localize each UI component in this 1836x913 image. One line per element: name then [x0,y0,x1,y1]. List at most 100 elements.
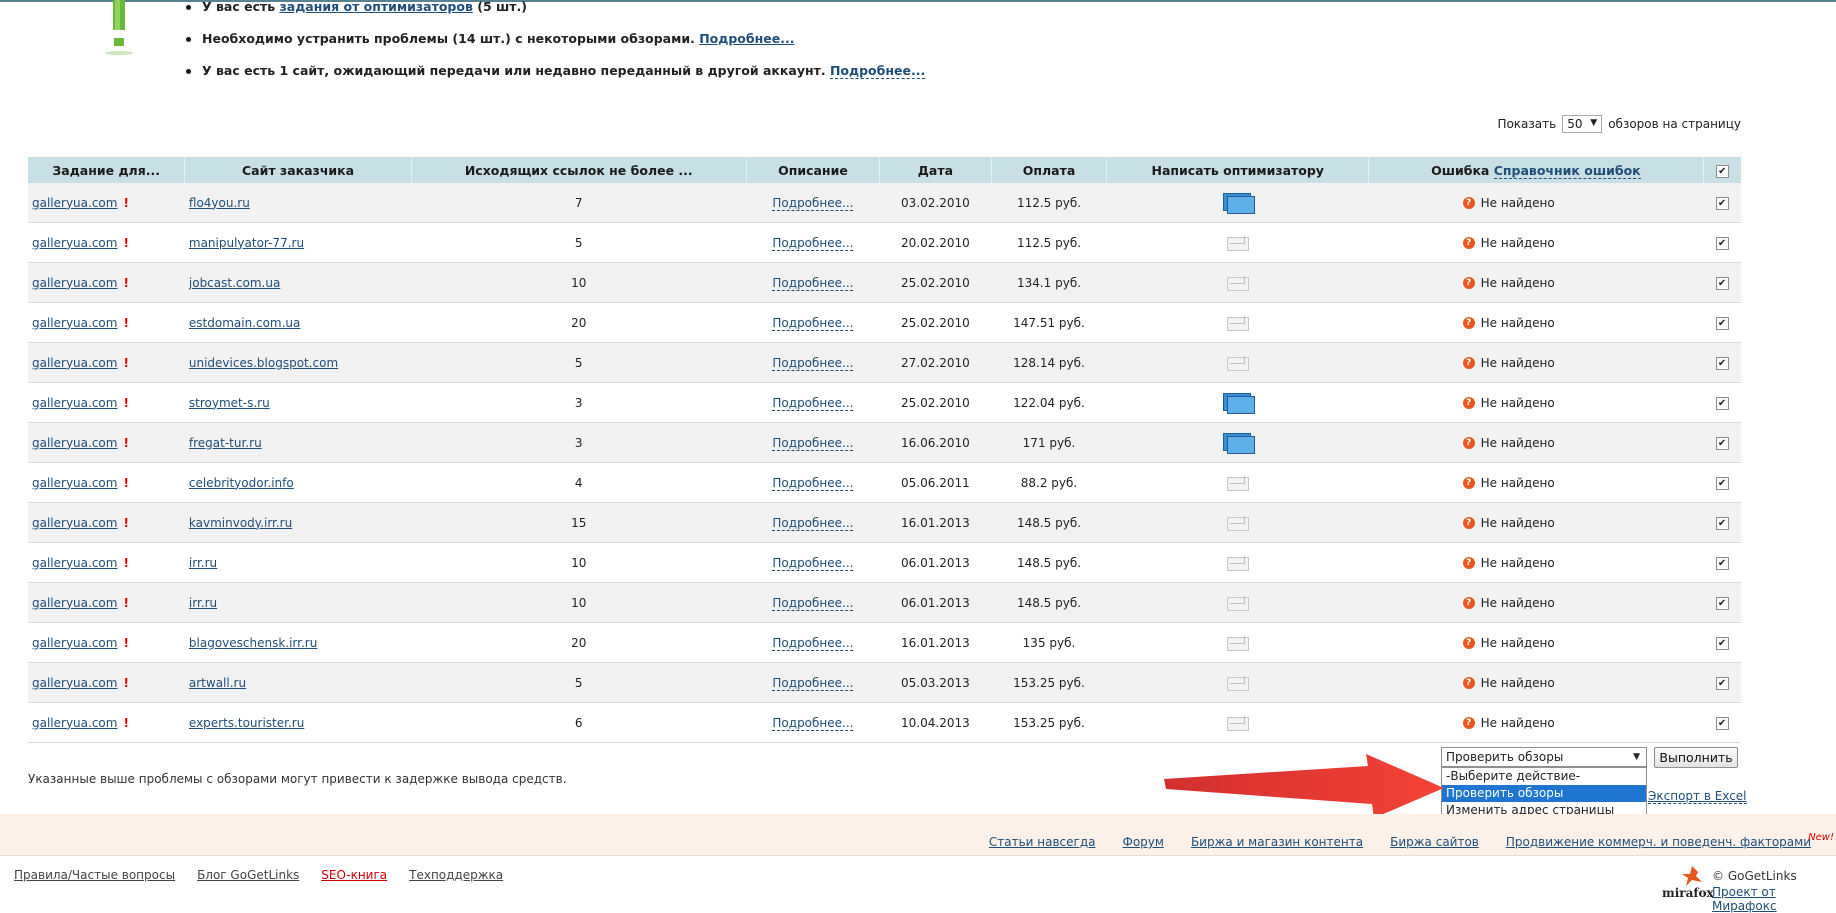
customer-site-link[interactable]: flo4you.ru [189,196,250,210]
question-icon[interactable]: ? [1462,677,1475,689]
envelope-icon[interactable] [1225,354,1251,372]
description-link[interactable]: Подробнее... [772,595,854,611]
task-link[interactable]: galleryua.com [32,516,117,530]
task-link[interactable]: galleryua.com [32,316,117,330]
row-checkbox[interactable]: ✔ [1715,436,1729,450]
question-icon[interactable]: ? [1462,477,1475,489]
description-link[interactable]: Подробнее... [772,555,854,571]
task-link[interactable]: galleryua.com [32,276,117,290]
description-link[interactable]: Подробнее... [772,475,854,491]
export-excel-link[interactable]: Экспорт в Excel [1648,789,1747,804]
description-link[interactable]: Подробнее... [772,635,854,651]
envelope-icon[interactable] [1225,634,1251,652]
question-icon[interactable]: ? [1462,717,1475,729]
row-checkbox[interactable]: ✔ [1715,636,1729,650]
row-checkbox[interactable]: ✔ [1715,476,1729,490]
task-link[interactable]: galleryua.com [32,396,117,410]
task-link[interactable]: galleryua.com [32,676,117,690]
new-message-envelope-icon[interactable] [1221,391,1255,415]
row-checkbox[interactable]: ✔ [1715,596,1729,610]
question-icon[interactable]: ? [1462,517,1475,529]
row-checkbox[interactable]: ✔ [1715,316,1729,330]
customer-site-link[interactable]: estdomain.com.ua [189,316,301,330]
question-icon[interactable]: ? [1462,237,1475,249]
row-checkbox[interactable]: ✔ [1715,356,1729,370]
row-checkbox[interactable]: ✔ [1715,516,1729,530]
envelope-icon[interactable] [1225,514,1251,532]
bottom-link[interactable]: Правила/Частые вопросы [14,868,175,882]
task-link[interactable]: galleryua.com [32,596,117,610]
task-link[interactable]: galleryua.com [32,556,117,570]
footer-link[interactable]: Форум [1122,835,1163,849]
footer-link[interactable]: Продвижение коммерч. и поведенч. фактора… [1506,835,1811,849]
row-checkbox[interactable]: ✔ [1715,196,1729,210]
row-checkbox[interactable]: ✔ [1715,276,1729,290]
row-checkbox[interactable]: ✔ [1715,236,1729,250]
transfer-more-link[interactable]: Подробнее... [829,63,926,79]
envelope-icon[interactable] [1225,554,1251,572]
description-link[interactable]: Подробнее... [772,355,854,371]
task-link[interactable]: galleryua.com [32,636,117,650]
customer-site-link[interactable]: unidevices.blogspot.com [189,356,338,370]
customer-site-link[interactable]: experts.tourister.ru [189,716,304,730]
description-link[interactable]: Подробнее... [772,515,854,531]
error-reference-link[interactable]: Справочник ошибок [1493,162,1641,179]
task-link[interactable]: galleryua.com [32,196,117,210]
customer-site-link[interactable]: fregat-tur.ru [189,436,262,450]
task-link[interactable]: galleryua.com [32,716,117,730]
question-icon[interactable]: ? [1462,437,1475,449]
optimizer-tasks-link[interactable]: задания от оптимизаторов [280,0,473,14]
dropdown-option[interactable]: -Выберите действие- [1442,768,1646,785]
task-link[interactable]: galleryua.com [32,476,117,490]
customer-site-link[interactable]: blagoveschensk.irr.ru [189,636,317,650]
row-checkbox[interactable]: ✔ [1715,556,1729,570]
question-icon[interactable]: ? [1462,597,1475,609]
new-message-envelope-icon[interactable] [1221,191,1255,215]
footer-link[interactable]: Биржа сайтов [1390,835,1479,849]
new-message-envelope-icon[interactable] [1221,431,1255,455]
description-link[interactable]: Подробнее... [772,395,854,411]
question-icon[interactable]: ? [1462,277,1475,289]
col-date[interactable]: Дата [879,157,992,183]
select-all-checkbox[interactable]: ✔ [1715,164,1729,178]
task-link[interactable]: galleryua.com [32,356,117,370]
customer-site-link[interactable]: manipulyator-77.ru [189,236,304,250]
col-site[interactable]: Сайт заказчика [184,157,412,183]
description-link[interactable]: Подробнее... [772,195,854,211]
envelope-icon[interactable] [1225,714,1251,732]
customer-site-link[interactable]: irr.ru [189,556,217,570]
description-link[interactable]: Подробнее... [772,315,854,331]
customer-site-link[interactable]: celebrityodor.info [189,476,294,490]
customer-site-link[interactable]: stroymet-s.ru [189,396,270,410]
col-links[interactable]: Исходящих ссылок не более ... [411,157,747,183]
footer-link[interactable]: Статьи навсегда [989,835,1096,849]
question-icon[interactable]: ? [1462,637,1475,649]
description-link[interactable]: Подробнее... [772,435,854,451]
bottom-link[interactable]: Техподдержка [409,868,503,882]
run-button[interactable]: Выполнить [1654,747,1738,768]
row-checkbox[interactable]: ✔ [1715,396,1729,410]
question-icon[interactable]: ? [1462,357,1475,369]
per-page-select[interactable]: 50 ▼ [1562,115,1603,133]
question-icon[interactable]: ? [1462,397,1475,409]
col-task[interactable]: Задание для... [28,157,186,183]
footer-link[interactable]: Биржа и магазин контента [1191,835,1363,849]
envelope-icon[interactable] [1225,594,1251,612]
dropdown-option[interactable]: Проверить обзоры [1442,785,1646,802]
bottom-link[interactable]: Блог GoGetLinks [197,868,299,882]
envelope-icon[interactable] [1225,474,1251,492]
customer-site-link[interactable]: jobcast.com.ua [189,276,280,290]
description-link[interactable]: Подробнее... [772,675,854,691]
bottom-link[interactable]: SEO-книга [321,868,387,882]
task-link[interactable]: galleryua.com [32,436,117,450]
problems-more-link[interactable]: Подробнее... [699,31,794,46]
description-link[interactable]: Подробнее... [772,235,854,251]
description-link[interactable]: Подробнее... [772,715,854,731]
envelope-icon[interactable] [1225,274,1251,292]
envelope-icon[interactable] [1225,314,1251,332]
row-checkbox[interactable]: ✔ [1715,716,1729,730]
envelope-icon[interactable] [1225,234,1251,252]
col-pay[interactable]: Оплата [991,157,1108,183]
action-select[interactable]: Проверить обзоры ▼ [1441,747,1647,767]
question-icon[interactable]: ? [1462,197,1475,209]
